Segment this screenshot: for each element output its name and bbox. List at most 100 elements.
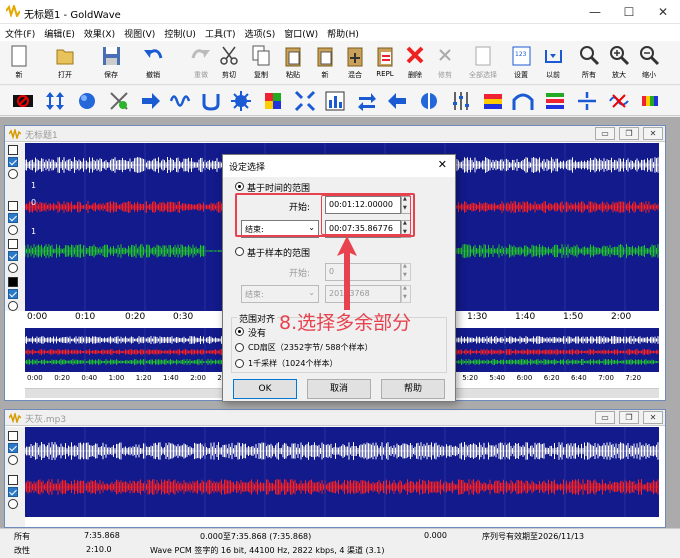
menu-view[interactable]: 视图(V) <box>119 24 159 40</box>
sample-range-radio[interactable] <box>235 247 244 256</box>
toolbar-button-mix[interactable]: 混合 <box>340 42 370 84</box>
ok-button[interactable]: OK <box>233 379 297 399</box>
channel-2-checkbox[interactable] <box>8 213 18 223</box>
dialog-close-button[interactable]: ✕ <box>438 158 447 171</box>
help-button[interactable]: 帮助 <box>381 379 445 399</box>
overview-tick: 7:20 <box>625 374 642 382</box>
status-range: 0.000至7:35.868 (7:35.868) <box>200 532 312 541</box>
gear-effect-icon[interactable] <box>230 90 252 112</box>
toolbar-button-select-all[interactable]: 全部选择 <box>468 42 498 84</box>
toolbar-button-scissors[interactable]: 剪切 <box>214 42 244 84</box>
maximize-button[interactable]: ☐ <box>612 0 646 24</box>
color-bars-icon[interactable] <box>640 90 662 112</box>
toolbar-button-new-file[interactable]: 新 <box>4 42 34 84</box>
status-format: Wave PCM 签字的 16 bit, 44100 Hz, 2822 kbps… <box>150 546 385 555</box>
menu-tools[interactable]: 工具(T) <box>200 24 240 40</box>
channel-2-checkbox[interactable] <box>8 487 18 497</box>
channel-1-checkbox[interactable] <box>8 157 18 167</box>
main-toolbar: 新 打开 保存 撤销 重做 剪切 复制 粘贴 新 混合 REPL 删除 修剪 全部选择 123 设置 以前 所有 放… <box>0 41 680 85</box>
noise-reduction-icon[interactable] <box>608 90 630 112</box>
align-none-radio[interactable] <box>235 327 244 336</box>
close-button[interactable]: ✕ <box>646 0 680 24</box>
color-cube-icon[interactable] <box>262 90 284 112</box>
sphere-icon[interactable] <box>76 90 98 112</box>
sample-end-mode-select[interactable]: 结束: ⌄ <box>241 285 319 303</box>
channel-scale-label: 0 <box>31 198 37 207</box>
equalizer-graph-icon[interactable] <box>324 90 346 112</box>
menu-file[interactable]: 文件(F) <box>0 24 39 40</box>
doc-close-button[interactable]: ✕ <box>643 411 663 424</box>
expand-vertical-icon[interactable] <box>44 90 66 112</box>
overview-tick: 0:40 <box>81 374 98 382</box>
toolbar-button-paste-new[interactable]: 新 <box>310 42 340 84</box>
channel-2-radio[interactable] <box>8 225 18 235</box>
channel-4-checkbox[interactable] <box>8 289 18 299</box>
channel-3-box[interactable] <box>8 239 18 249</box>
spectrum-icon[interactable] <box>482 90 504 112</box>
time-range-radio[interactable] <box>235 182 244 191</box>
channel-1-checkbox[interactable] <box>8 443 18 453</box>
minimize-button[interactable]: — <box>578 0 612 24</box>
sample-end-spinner[interactable] <box>401 285 411 303</box>
channel-scale-label: 1 <box>31 181 37 190</box>
scissors-icon <box>220 46 238 65</box>
channel-4-radio[interactable] <box>8 301 18 311</box>
toolbar-button-replace[interactable]: REPL <box>370 42 400 84</box>
toolbar-button-zoom-out[interactable]: 缩小 <box>634 42 664 84</box>
menu-edit[interactable]: 编辑(E) <box>39 24 79 40</box>
toolbar-button-copy[interactable]: 复制 <box>246 42 276 84</box>
annotation-field-box <box>321 195 411 235</box>
align-cd-radio[interactable] <box>235 343 244 352</box>
mixer-sliders-icon[interactable] <box>450 90 472 112</box>
menu-window[interactable]: 窗口(W) <box>279 24 322 40</box>
menu-help[interactable]: 帮助(H) <box>322 24 363 40</box>
reverb-arch-icon[interactable] <box>512 90 534 112</box>
pitch-arrow-icon[interactable] <box>140 90 162 112</box>
toolbar-button-undo[interactable]: 撤销 <box>138 42 168 84</box>
doc-minimize-button[interactable]: ▭ <box>595 127 615 140</box>
channel-all-checkbox[interactable] <box>8 145 18 155</box>
toolbar-button-zoom-in[interactable]: 放大 <box>604 42 634 84</box>
echo-icon[interactable] <box>200 90 222 112</box>
wave-effect-icon[interactable] <box>170 90 192 112</box>
sample-start-spinner[interactable] <box>401 263 411 281</box>
menu-control[interactable]: 控制(U) <box>159 24 200 40</box>
waveform-view[interactable] <box>24 427 659 558</box>
toolbar-button-trim[interactable]: 修剪 <box>430 42 460 84</box>
toolbar-button-open-folder[interactable]: 打开 <box>50 42 80 84</box>
align-1k-radio[interactable] <box>235 359 244 368</box>
toolbar-button-zoom-all[interactable]: 所有 <box>574 42 604 84</box>
toolbar-button-previous[interactable]: 以前 <box>538 42 568 84</box>
left-arrow-icon[interactable] <box>386 90 408 112</box>
channel-1-radio[interactable] <box>8 169 18 179</box>
split-icon[interactable] <box>576 90 598 112</box>
channel-3-radio[interactable] <box>8 263 18 273</box>
toolbar-label: 剪切 <box>222 71 236 79</box>
doc-restore-button[interactable]: ❐ <box>619 411 639 424</box>
doc-close-button[interactable]: ✕ <box>643 127 663 140</box>
toolbar-button-paste[interactable]: 粘贴 <box>278 42 308 84</box>
menu-effect[interactable]: 效果(X) <box>79 24 119 40</box>
no-signal-icon[interactable] <box>12 90 34 112</box>
menu-options[interactable]: 选项(S) <box>239 24 279 40</box>
toolbar-button-delete-x[interactable]: 删除 <box>400 42 430 84</box>
vertical-circle-icon[interactable] <box>418 90 440 112</box>
toolbar-button-set-selection[interactable]: 123 设置 <box>506 42 536 84</box>
channel-2-radio[interactable] <box>8 499 18 509</box>
doc-restore-button[interactable]: ❐ <box>619 127 639 140</box>
channel-4-box[interactable] <box>8 277 18 287</box>
channel-3-checkbox[interactable] <box>8 251 18 261</box>
channel-all-checkbox[interactable] <box>8 431 18 441</box>
compress-arrows-icon[interactable] <box>294 90 316 112</box>
crossfade-icon[interactable] <box>108 90 130 112</box>
toolbar-button-redo[interactable]: 重做 <box>186 42 216 84</box>
previous-icon <box>545 50 562 63</box>
toolbar-button-save-disk[interactable]: 保存 <box>96 42 126 84</box>
channel-2-box[interactable] <box>8 201 18 211</box>
stereo-bars-icon[interactable] <box>544 90 566 112</box>
cancel-button[interactable]: 取消 <box>307 379 371 399</box>
swap-arrows-icon[interactable] <box>356 90 378 112</box>
channel-2-box[interactable] <box>8 475 18 485</box>
channel-1-radio[interactable] <box>8 455 18 465</box>
doc-minimize-button[interactable]: ▭ <box>595 411 615 424</box>
